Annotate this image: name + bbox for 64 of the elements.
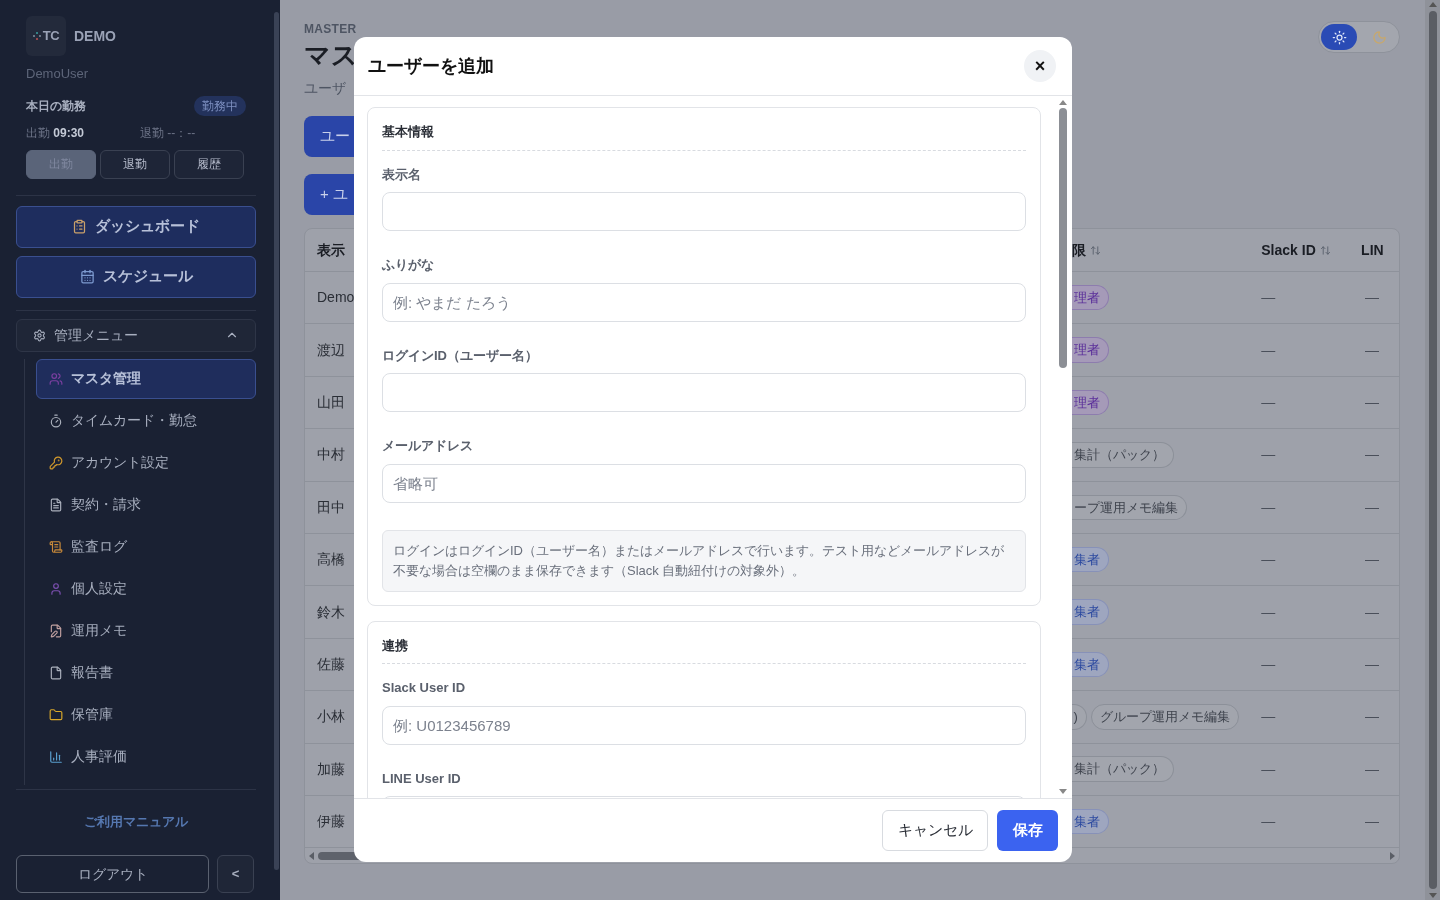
brand-name: DEMO — [74, 26, 116, 46]
table-cell-text: 小林 — [316, 707, 346, 727]
table-cell-text: — — [1364, 707, 1381, 727]
field-label: LINE User ID — [382, 769, 462, 788]
table-cell-text: Demo — [316, 288, 355, 308]
field-label: 表示名 — [382, 165, 422, 184]
table-cell-text: — — [1364, 392, 1381, 412]
status-badge: 勤務中 — [194, 95, 246, 116]
section-heading: 基本情報 — [382, 122, 1026, 151]
table-cell-text: — — [1364, 812, 1381, 832]
table-cell-text: — — [1261, 707, 1277, 727]
page-eyebrow: MASTER — [304, 21, 358, 38]
table-cell-text: — — [1364, 288, 1381, 308]
role-tag: 集計（パック） — [1071, 756, 1174, 782]
table-cell-text: — — [1261, 550, 1277, 570]
role-tag: 集計（パック） — [1071, 442, 1174, 468]
role-tag: 集者 — [1071, 808, 1109, 835]
table-cell-text: — — [1261, 445, 1277, 465]
field-label: Slack User ID — [382, 679, 467, 697]
table-cell-text: — — [1364, 340, 1381, 360]
table-cell-text: — — [1364, 550, 1381, 570]
table-cell-text: 高橋 — [316, 550, 346, 570]
logo-text: TC — [42, 27, 60, 46]
table-cell-text: 佐藤 — [316, 654, 346, 674]
table-cell-text: — — [1261, 654, 1277, 674]
section-heading: 連携 — [382, 635, 1026, 664]
table-cell-text: — — [1364, 445, 1381, 465]
table-cell-text: — — [1364, 602, 1381, 622]
table-cell-text: — — [1261, 340, 1277, 360]
table-cell-text: — — [1261, 497, 1277, 517]
role-tag: 理者 — [1071, 337, 1109, 363]
clock-out-time: 退勤 --：-- — [140, 124, 196, 142]
table-cell-text: 鈴木 — [316, 602, 346, 622]
table-cell-text: — — [1364, 654, 1381, 674]
note-text: ログインはログインID（ユーザー名）またはメールアドレスで行います。テスト用などメールアドレスが不要な場合は空欄のまま保存できます（Slack 自動紐付けの対象外）。 — [382, 529, 1026, 592]
table-cell-text: — — [1261, 288, 1277, 308]
table-cell-text: — — [1261, 392, 1277, 412]
role-tag: 理者 — [1071, 284, 1109, 311]
role-tag: グループ運用メモ編集 — [1090, 704, 1239, 730]
role-tag: 理者 — [1071, 389, 1109, 416]
table-cell-text: — — [1364, 759, 1381, 779]
table-cell-text: — — [1364, 497, 1381, 517]
user-name: DemoUser — [25, 65, 90, 83]
field-label: ログインID（ユーザー名） — [382, 346, 539, 365]
table-cell-text: — — [1261, 759, 1277, 779]
table-cell-text: — — [1261, 602, 1277, 622]
table-cell-text: 渡辺 — [316, 340, 346, 360]
page-title: マス — [304, 39, 358, 72]
role-tag: ープ運用メモ編集 — [1071, 494, 1187, 520]
table-cell-text: 山田 — [316, 392, 346, 412]
dialog-title: ユーザーを追加 — [368, 54, 494, 78]
table-cell-text: 中村 — [316, 445, 346, 465]
role-tag: 集者 — [1071, 599, 1109, 625]
table-cell-text: 加藤 — [316, 759, 346, 779]
role-tag: 集者 — [1071, 651, 1109, 678]
attendance-title: 本日の勤務 — [26, 97, 86, 115]
page-subtitle: ユーザ — [304, 79, 347, 98]
table-cell-text: 田中 — [316, 497, 346, 517]
role-tag: 集者 — [1071, 546, 1109, 573]
field-label: ふりがな — [382, 256, 435, 274]
table-cell-text: 伊藤 — [316, 812, 346, 832]
clock-in-time: 出勤 09:30 — [26, 124, 86, 142]
field-label: メールアドレス — [382, 437, 474, 455]
table-cell-text: — — [1261, 812, 1277, 832]
